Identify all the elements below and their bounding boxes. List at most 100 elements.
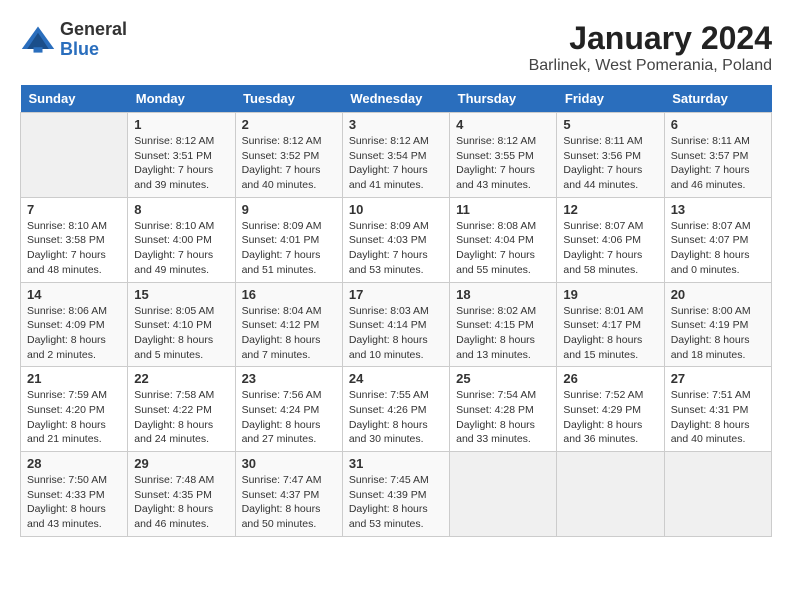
calendar-cell: 8Sunrise: 8:10 AMSunset: 4:00 PMDaylight…	[128, 197, 235, 282]
day-number: 30	[242, 456, 336, 471]
day-info: Sunrise: 8:12 AMSunset: 3:55 PMDaylight:…	[456, 134, 550, 193]
header-cell-saturday: Saturday	[664, 85, 771, 113]
day-info: Sunrise: 8:00 AMSunset: 4:19 PMDaylight:…	[671, 304, 765, 363]
day-number: 24	[349, 371, 443, 386]
day-info: Sunrise: 7:56 AMSunset: 4:24 PMDaylight:…	[242, 388, 336, 447]
calendar-week-3: 14 Sunrise: 8:06 AMSunset: 4:09 PMDayligh…	[21, 282, 772, 367]
day-number: 19	[563, 287, 657, 302]
calendar-cell	[450, 452, 557, 537]
calendar-header: SundayMondayTuesdayWednesdayThursdayFrid…	[21, 85, 772, 113]
header-row: SundayMondayTuesdayWednesdayThursdayFrid…	[21, 85, 772, 113]
calendar-cell: 19Sunrise: 8:01 AMSunset: 4:17 PMDayligh…	[557, 282, 664, 367]
calendar-cell: 30 Sunrise: 7:47 AMSunset: 4:37 PMDayligh…	[235, 452, 342, 537]
calendar-cell: 4 Sunrise: 8:12 AMSunset: 3:55 PMDaylight…	[450, 113, 557, 198]
day-number: 25	[456, 371, 550, 386]
day-number: 21	[27, 371, 121, 386]
calendar-cell: 31 Sunrise: 7:45 AMSunset: 4:39 PMDayligh…	[342, 452, 449, 537]
day-info: Sunrise: 8:10 AMSunset: 3:58 PMDaylight:…	[27, 219, 121, 278]
day-number: 10	[349, 202, 443, 217]
day-info: Sunrise: 8:12 AMSunset: 3:51 PMDaylight:…	[134, 134, 228, 193]
day-info: Sunrise: 7:55 AMSunset: 4:26 PMDaylight:…	[349, 388, 443, 447]
calendar-cell: 25 Sunrise: 7:54 AMSunset: 4:28 PMDayligh…	[450, 367, 557, 452]
calendar-cell: 3Sunrise: 8:12 AMSunset: 3:54 PMDaylight…	[342, 113, 449, 198]
day-info: Sunrise: 7:48 AMSunset: 4:35 PMDaylight:…	[134, 473, 228, 532]
day-number: 3	[349, 117, 443, 132]
calendar-cell: 21 Sunrise: 7:59 AMSunset: 4:20 PMDayligh…	[21, 367, 128, 452]
header-cell-wednesday: Wednesday	[342, 85, 449, 113]
day-number: 1	[134, 117, 228, 132]
header-cell-friday: Friday	[557, 85, 664, 113]
day-info: Sunrise: 7:47 AMSunset: 4:37 PMDaylight:…	[242, 473, 336, 532]
calendar-cell: 13Sunrise: 8:07 AMSunset: 4:07 PMDayligh…	[664, 197, 771, 282]
logo-blue-text: Blue	[60, 40, 127, 60]
day-number: 18	[456, 287, 550, 302]
day-info: Sunrise: 7:52 AMSunset: 4:29 PMDaylight:…	[563, 388, 657, 447]
day-number: 31	[349, 456, 443, 471]
day-number: 28	[27, 456, 121, 471]
logo-icon	[20, 22, 56, 58]
calendar-cell: 17 Sunrise: 8:03 AMSunset: 4:14 PMDayligh…	[342, 282, 449, 367]
calendar-cell: 18 Sunrise: 8:02 AMSunset: 4:15 PMDayligh…	[450, 282, 557, 367]
calendar-cell: 6Sunrise: 8:11 AMSunset: 3:57 PMDaylight…	[664, 113, 771, 198]
main-title: January 2024	[529, 20, 772, 57]
day-info: Sunrise: 8:06 AMSunset: 4:09 PMDaylight:…	[27, 304, 121, 363]
header-cell-thursday: Thursday	[450, 85, 557, 113]
calendar-cell	[664, 452, 771, 537]
calendar-week-5: 28 Sunrise: 7:50 AMSunset: 4:33 PMDayligh…	[21, 452, 772, 537]
day-info: Sunrise: 8:12 AMSunset: 3:52 PMDaylight:…	[242, 134, 336, 193]
header-cell-tuesday: Tuesday	[235, 85, 342, 113]
day-info: Sunrise: 8:03 AMSunset: 4:14 PMDaylight:…	[349, 304, 443, 363]
subtitle: Barlinek, West Pomerania, Poland	[529, 57, 772, 75]
day-info: Sunrise: 7:50 AMSunset: 4:33 PMDaylight:…	[27, 473, 121, 532]
day-number: 11	[456, 202, 550, 217]
day-number: 20	[671, 287, 765, 302]
day-info: Sunrise: 7:58 AMSunset: 4:22 PMDaylight:…	[134, 388, 228, 447]
day-number: 12	[563, 202, 657, 217]
day-number: 7	[27, 202, 121, 217]
calendar-cell: 29Sunrise: 7:48 AMSunset: 4:35 PMDayligh…	[128, 452, 235, 537]
logo-general-text: General	[60, 20, 127, 40]
calendar-cell: 26Sunrise: 7:52 AMSunset: 4:29 PMDayligh…	[557, 367, 664, 452]
day-info: Sunrise: 7:51 AMSunset: 4:31 PMDaylight:…	[671, 388, 765, 447]
calendar-cell: 10 Sunrise: 8:09 AMSunset: 4:03 PMDayligh…	[342, 197, 449, 282]
calendar-cell	[557, 452, 664, 537]
calendar-week-4: 21 Sunrise: 7:59 AMSunset: 4:20 PMDayligh…	[21, 367, 772, 452]
day-number: 5	[563, 117, 657, 132]
day-info: Sunrise: 8:04 AMSunset: 4:12 PMDaylight:…	[242, 304, 336, 363]
day-number: 23	[242, 371, 336, 386]
calendar-cell: 28 Sunrise: 7:50 AMSunset: 4:33 PMDayligh…	[21, 452, 128, 537]
calendar-cell: 12 Sunrise: 8:07 AMSunset: 4:06 PMDayligh…	[557, 197, 664, 282]
calendar-cell: 9Sunrise: 8:09 AMSunset: 4:01 PMDaylight…	[235, 197, 342, 282]
calendar-cell	[21, 113, 128, 198]
day-number: 22	[134, 371, 228, 386]
day-info: Sunrise: 8:10 AMSunset: 4:00 PMDaylight:…	[134, 219, 228, 278]
day-info: Sunrise: 7:59 AMSunset: 4:20 PMDaylight:…	[27, 388, 121, 447]
day-info: Sunrise: 8:09 AMSunset: 4:03 PMDaylight:…	[349, 219, 443, 278]
calendar-cell: 23 Sunrise: 7:56 AMSunset: 4:24 PMDayligh…	[235, 367, 342, 452]
logo-text: General Blue	[60, 20, 127, 60]
calendar-week-2: 7 Sunrise: 8:10 AMSunset: 3:58 PMDaylight…	[21, 197, 772, 282]
calendar-cell: 2 Sunrise: 8:12 AMSunset: 3:52 PMDaylight…	[235, 113, 342, 198]
header-cell-monday: Monday	[128, 85, 235, 113]
calendar-cell: 27 Sunrise: 7:51 AMSunset: 4:31 PMDayligh…	[664, 367, 771, 452]
logo: General Blue	[20, 20, 127, 60]
day-number: 4	[456, 117, 550, 132]
calendar-cell: 5 Sunrise: 8:11 AMSunset: 3:56 PMDaylight…	[557, 113, 664, 198]
day-info: Sunrise: 8:11 AMSunset: 3:56 PMDaylight:…	[563, 134, 657, 193]
day-info: Sunrise: 7:54 AMSunset: 4:28 PMDaylight:…	[456, 388, 550, 447]
day-number: 16	[242, 287, 336, 302]
day-info: Sunrise: 8:02 AMSunset: 4:15 PMDaylight:…	[456, 304, 550, 363]
day-info: Sunrise: 8:07 AMSunset: 4:07 PMDaylight:…	[671, 219, 765, 278]
day-number: 17	[349, 287, 443, 302]
header: General Blue January 2024 Barlinek, West…	[20, 20, 772, 75]
day-number: 14	[27, 287, 121, 302]
calendar-week-1: 1 Sunrise: 8:12 AMSunset: 3:51 PMDaylight…	[21, 113, 772, 198]
day-number: 2	[242, 117, 336, 132]
day-number: 9	[242, 202, 336, 217]
day-info: Sunrise: 7:45 AMSunset: 4:39 PMDaylight:…	[349, 473, 443, 532]
calendar-cell: 14 Sunrise: 8:06 AMSunset: 4:09 PMDayligh…	[21, 282, 128, 367]
day-number: 27	[671, 371, 765, 386]
day-info: Sunrise: 8:07 AMSunset: 4:06 PMDaylight:…	[563, 219, 657, 278]
day-number: 15	[134, 287, 228, 302]
calendar-cell: 22 Sunrise: 7:58 AMSunset: 4:22 PMDayligh…	[128, 367, 235, 452]
